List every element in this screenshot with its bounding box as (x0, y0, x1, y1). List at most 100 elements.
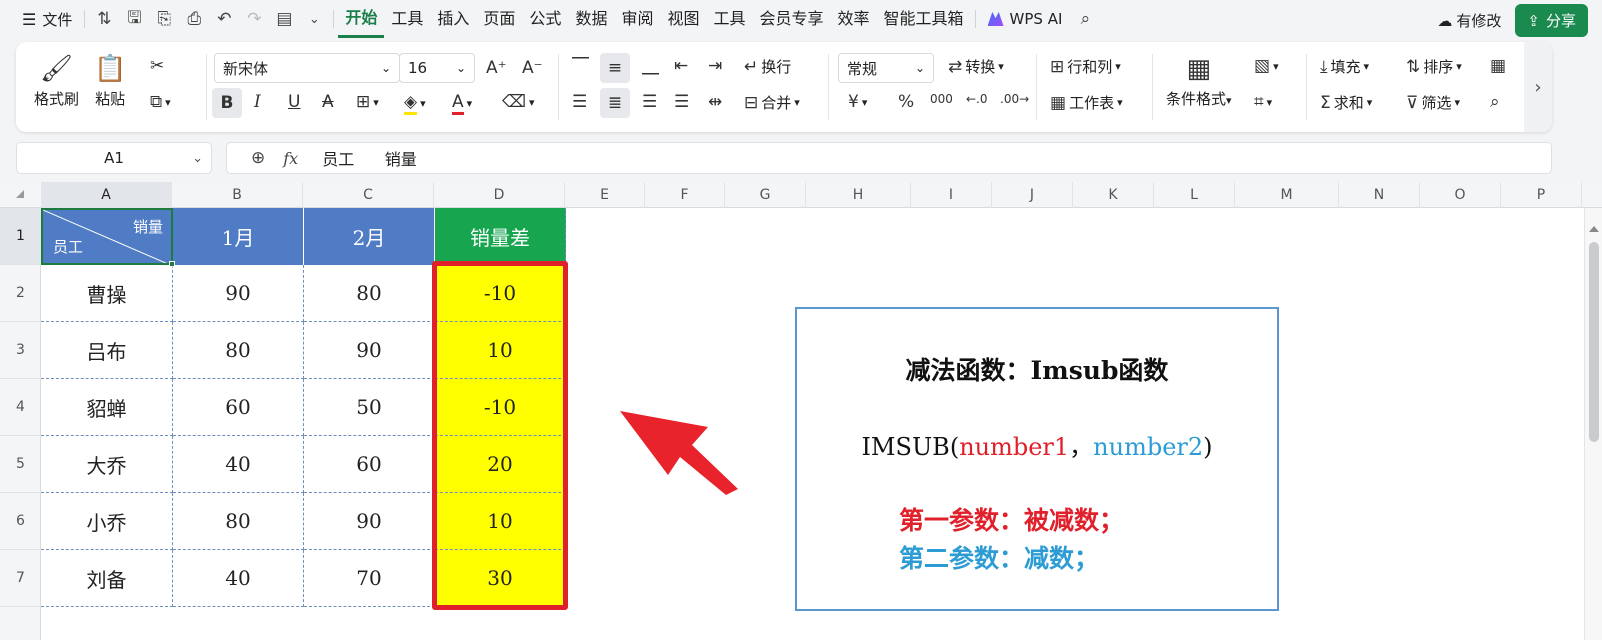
menu-tab-9[interactable]: 会员专享 (753, 0, 831, 38)
column-header-l[interactable]: L (1154, 182, 1235, 208)
format-icon[interactable]: ▤ (269, 0, 299, 38)
cell-b4[interactable]: 60 (173, 379, 304, 436)
currency-button[interactable]: ¥ ▾ (848, 92, 867, 112)
column-header-h[interactable]: H (806, 182, 911, 208)
column-header-n[interactable]: N (1339, 182, 1420, 208)
italic-button[interactable]: I (254, 92, 261, 112)
row-col-button[interactable]: ⊞ 行和列 ▾ (1050, 56, 1121, 77)
cell-c7[interactable]: 70 (304, 550, 435, 607)
sum-button[interactable]: Σ 求和 ▾ (1320, 92, 1372, 113)
row-header-7[interactable]: 7 (0, 550, 41, 607)
strikethrough-button[interactable]: A (322, 92, 334, 112)
percent-button[interactable]: % (898, 92, 914, 112)
align-middle-button[interactable]: ≡ (600, 53, 630, 83)
column-header-g[interactable]: G (725, 182, 806, 208)
increase-font-button[interactable]: A⁺ (486, 58, 507, 78)
copy-button[interactable]: ⧉ ▾ (150, 92, 171, 112)
cell-c2[interactable]: 80 (304, 265, 435, 322)
justify-button[interactable]: ☰ (674, 92, 689, 112)
align-left-button[interactable]: ☰ (572, 92, 587, 112)
fill-button[interactable]: ⤓ 填充 ▾ (1320, 56, 1369, 77)
cell-a3[interactable]: 吕布 (41, 322, 173, 379)
cell-c5[interactable]: 60 (304, 436, 435, 493)
column-header-i[interactable]: I (911, 182, 992, 208)
cell-a2[interactable]: 曹操 (41, 265, 173, 322)
cell-a6[interactable]: 小乔 (41, 493, 173, 550)
revise-status-button[interactable]: ☁ 有修改 (1437, 10, 1501, 31)
align-top-button[interactable]: ⎺ (572, 56, 589, 76)
column-header-p[interactable]: P (1501, 182, 1582, 208)
scroll-thumb[interactable] (1589, 242, 1599, 442)
header-cell-diff[interactable]: 销量差 (435, 208, 566, 265)
increase-decimal-button[interactable]: ←.0 (966, 92, 988, 106)
menu-tab-7[interactable]: 视图 (660, 0, 706, 38)
conditional-format-button[interactable]: ▦ 条件格式▾ (1166, 54, 1232, 109)
distribute-button[interactable]: ⇹ (708, 92, 722, 112)
clear-format-button[interactable]: ⌫ ▾ (502, 92, 535, 112)
row-header-2[interactable]: 2 (0, 265, 41, 322)
ribbon-scroll-right[interactable]: › (1524, 42, 1552, 132)
undo-icon[interactable]: ↶ (209, 0, 239, 38)
border-button[interactable]: ⊞ ▾ (356, 92, 379, 112)
menu-tab-1[interactable]: 工具 (384, 0, 430, 38)
row-header-4[interactable]: 4 (0, 379, 41, 436)
find-button[interactable]: ⌕ (1490, 92, 1500, 112)
underline-button[interactable]: U (288, 92, 300, 112)
column-header-c[interactable]: C (303, 182, 434, 208)
worksheet-button[interactable]: ▦ 工作表 ▾ (1050, 92, 1123, 113)
row-header-3[interactable]: 3 (0, 322, 41, 379)
vertical-scrollbar[interactable] (1584, 208, 1602, 640)
cut-button[interactable]: ✂ (150, 56, 164, 76)
menu-tab-2[interactable]: 插入 (430, 0, 476, 38)
fill-handle[interactable] (169, 261, 175, 267)
table-style-button[interactable]: ▦ (1490, 56, 1506, 76)
row-header-1[interactable]: 1 (0, 208, 41, 265)
menu-tab-8[interactable]: 工具 (706, 0, 752, 38)
freeze-button[interactable]: ⌗ ▾ (1254, 92, 1272, 112)
menu-tab-6[interactable]: 审阅 (614, 0, 660, 38)
column-header-b[interactable]: B (172, 182, 303, 208)
cell-b2[interactable]: 90 (173, 265, 304, 322)
paste-button[interactable]: 📋 粘贴 (94, 54, 126, 109)
cell-style-button[interactable]: ▧ ▾ (1254, 56, 1279, 76)
export-icon[interactable]: ⎘ (149, 0, 179, 38)
menu-tab-10[interactable]: 效率 (831, 0, 877, 38)
cell-b7[interactable]: 40 (173, 550, 304, 607)
format-painter-button[interactable]: 🖌 格式刷 (34, 54, 79, 109)
font-name-select[interactable]: 新宋体 ⌄ (214, 53, 400, 83)
cell-a5[interactable]: 大乔 (41, 436, 173, 493)
cell-c4[interactable]: 50 (304, 379, 435, 436)
menu-tab-11[interactable]: 智能工具箱 (877, 0, 971, 38)
zoom-icon[interactable]: ⊕ (251, 148, 265, 168)
cell-b5[interactable]: 40 (173, 436, 304, 493)
font-color-button[interactable]: A ▾ (452, 92, 472, 115)
print-preview-icon[interactable]: ⎙ (179, 0, 209, 38)
fx-icon[interactable]: fx (283, 149, 298, 168)
row-header-5[interactable]: 5 (0, 436, 41, 493)
sort-az-icon[interactable]: ⇅ (89, 0, 119, 38)
column-header-e[interactable]: E (565, 182, 645, 208)
menu-tab-3[interactable]: 页面 (476, 0, 522, 38)
wps-ai-button[interactable]: WPS AI (980, 10, 1071, 28)
column-header-k[interactable]: K (1073, 182, 1154, 208)
column-header-o[interactable]: O (1420, 182, 1501, 208)
column-header-j[interactable]: J (992, 182, 1073, 208)
fill-color-button[interactable]: ◈ ▾ (404, 92, 426, 115)
convert-button[interactable]: ⇄ 转换 ▾ (948, 56, 1004, 77)
header-cell-feb[interactable]: 2月 (304, 208, 435, 265)
filter-button[interactable]: ⊽ 筛选 ▾ (1406, 92, 1460, 113)
column-header-f[interactable]: F (645, 182, 725, 208)
cell-c3[interactable]: 90 (304, 322, 435, 379)
file-menu[interactable]: ☰ 文件 (0, 9, 80, 30)
cell-b3[interactable]: 80 (173, 322, 304, 379)
scroll-up-icon[interactable] (1589, 226, 1599, 232)
align-bottom-button[interactable]: ⎽ (642, 56, 659, 76)
align-right-button[interactable]: ☰ (642, 92, 657, 112)
merge-button[interactable]: ⊟ 合并 ▾ (744, 92, 800, 113)
column-header-m[interactable]: M (1235, 182, 1339, 208)
menu-tab-0[interactable]: 开始 (338, 0, 385, 38)
column-header-a[interactable]: A (41, 182, 172, 208)
font-size-select[interactable]: 16 ⌄ (399, 53, 475, 83)
cell-c6[interactable]: 90 (304, 493, 435, 550)
row-header-6[interactable]: 6 (0, 493, 41, 550)
